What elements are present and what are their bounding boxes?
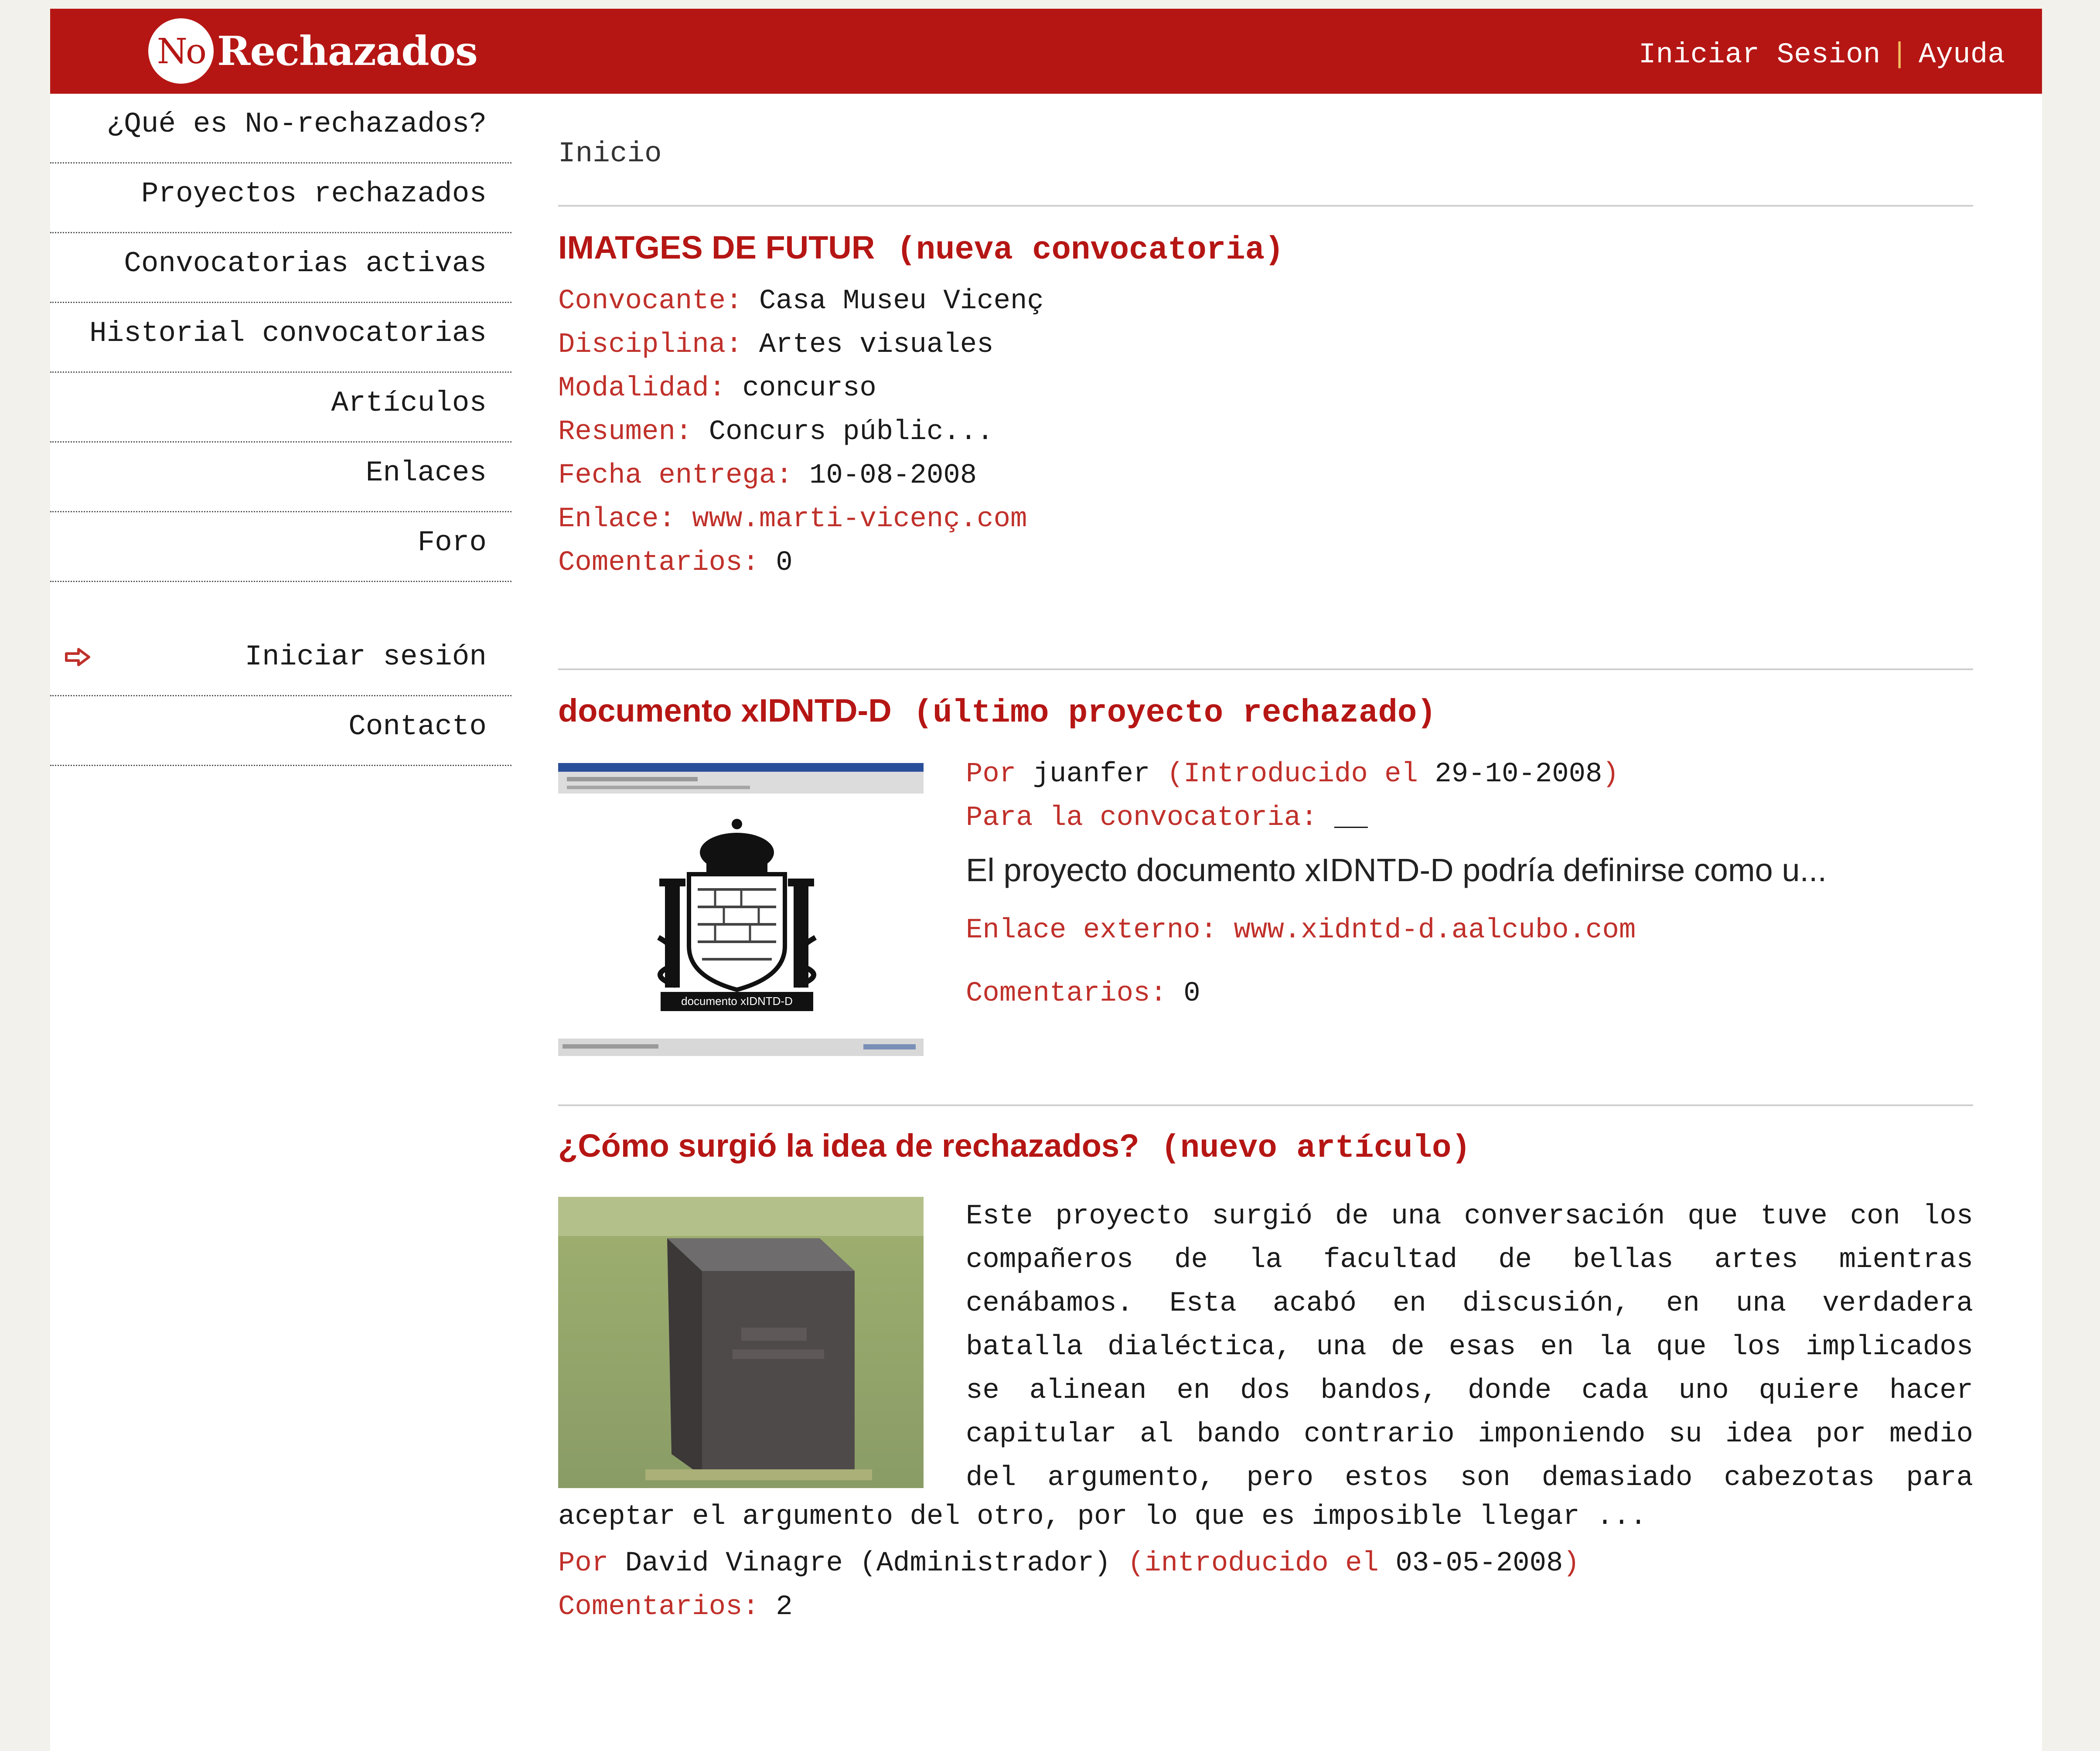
sidebar-item-articulos[interactable]: Artículos (50, 373, 511, 443)
article-line: cenábamos. Esta acabó en discusión, en u… (966, 1288, 1973, 1319)
sidebar-item-contacto[interactable]: Contacto (50, 696, 511, 766)
sidebar-item-label: Contacto (348, 710, 487, 743)
intro-label: (Introducido el (1166, 759, 1418, 790)
divider (558, 668, 1973, 670)
call-convocante: Convocante: Casa Museu Vicenç (558, 286, 1044, 317)
sidebar-item-proyectos-rechazados[interactable]: Proyectos rechazados (50, 164, 511, 233)
call-fecha: Fecha entrega: 10-08-2008 (558, 460, 977, 491)
field-label: Comentarios: (558, 547, 759, 579)
field-label: Para la convocatoria: (966, 802, 1318, 834)
arrow-right-icon (58, 627, 97, 688)
project-comentarios[interactable]: Comentarios: 0 (966, 978, 1200, 1009)
sidebar-item-label: ¿Qué es No-rechazados? (106, 108, 487, 140)
sidebar-item-convocatorias-activas[interactable]: Convocatorias activas (50, 233, 511, 303)
project-title[interactable]: documento xIDNTD-D (último proyecto recha… (558, 692, 1436, 732)
sidebar-item-label: Iniciar sesión (245, 640, 487, 673)
sidebar-item-historial[interactable]: Historial convocatorias (50, 303, 511, 373)
field-value: 2 (776, 1591, 793, 1623)
call-link[interactable]: www.marti-vicenç.com (692, 504, 1027, 535)
site-logo[interactable]: No Rechazados (148, 18, 478, 84)
article-byline: Por David Vinagre (Administrador) (intro… (558, 1548, 1580, 1579)
thumbnail-caption: documento xIDNTD-D (681, 995, 793, 1008)
login-link[interactable]: Iniciar Sesion (1639, 38, 1881, 71)
sidebar-item-label: Proyectos rechazados (141, 177, 487, 210)
logo-badge: No (148, 18, 214, 84)
sidebar-item-label: Convocatorias activas (124, 247, 487, 280)
article-line: batalla dialéctica, una de esas en la qu… (966, 1332, 1973, 1363)
field-label: Resumen: (558, 416, 692, 448)
divider (558, 1104, 1973, 1106)
call-title[interactable]: IMATGES DE FUTUR (nueva convocatoria) (558, 229, 1284, 269)
article-comentarios[interactable]: Comentarios: 2 (558, 1591, 793, 1623)
call-enlace: Enlace: www.marti-vicenç.com (558, 504, 1027, 535)
article-date: 03-05-2008 (1395, 1548, 1563, 1579)
project-thumbnail[interactable]: documento xIDNTD-D (558, 763, 924, 1056)
breadcrumb: Inicio (558, 137, 662, 170)
sidebar-item-label: Enlaces (365, 456, 487, 489)
field-value[interactable]: __ (1334, 802, 1368, 834)
field-value: concurso (742, 373, 876, 404)
field-label: Por (558, 1548, 609, 1579)
call-modalidad: Modalidad: concurso (558, 373, 876, 404)
sidebar-item-label: Historial convocatorias (89, 317, 487, 350)
sidebar-item-iniciar-sesion[interactable]: Iniciar sesión (50, 627, 511, 696)
logo-text: Rechazados (217, 27, 478, 75)
header-nav: Iniciar Sesion | Ayuda (1639, 38, 2005, 71)
article-tag: (nuevo artículo) (1161, 1130, 1471, 1167)
field-label: Enlace externo: (966, 915, 1217, 946)
article-line: se alinean en dos bandos, donde cada uno… (966, 1375, 1973, 1407)
project-author[interactable]: juanfer (1033, 759, 1150, 790)
project-title-text: documento xIDNTD-D (558, 692, 892, 729)
call-disciplina: Disciplina: Artes visuales (558, 329, 994, 361)
field-value: Artes visuales (759, 329, 994, 361)
field-label: Convocante: (558, 286, 743, 317)
divider (558, 205, 1973, 207)
article-line: Este proyecto surgió de una conversación… (966, 1201, 1973, 1232)
sidebar-item-enlaces[interactable]: Enlaces (50, 443, 511, 512)
call-resumen: Resumen: Concurs públic... (558, 416, 994, 448)
call-title-text: IMATGES DE FUTUR (558, 229, 875, 266)
page: No Rechazados Iniciar Sesion | Ayuda ¿Qu… (50, 9, 2042, 1751)
field-value: Concurs públic... (709, 416, 994, 448)
article-line: del argumento, pero estos son demasiado … (966, 1462, 1973, 1494)
field-value: Casa Museu Vicenç (759, 286, 1044, 317)
field-label: Enlace: (558, 504, 675, 535)
article-line: compañeros de la facultad de bellas arte… (966, 1244, 1973, 1276)
sidebar-item-label: Foro (417, 526, 487, 559)
call-tag: (nueva convocatoria) (897, 232, 1284, 269)
field-label: Modalidad: (558, 373, 726, 404)
project-tag: (último proyecto rechazado) (913, 695, 1436, 732)
field-label: Comentarios: (558, 1591, 759, 1623)
article-title-text: ¿Cómo surgió la idea de rechazados? (558, 1128, 1139, 1164)
project-byline: Por juanfer (Introducido el 29-10-2008) (966, 759, 1619, 790)
help-link[interactable]: Ayuda (1919, 38, 2005, 71)
field-label: Comentarios: (966, 978, 1167, 1009)
field-value: 0 (776, 547, 793, 579)
intro-close: ) (1602, 759, 1619, 790)
sidebar-item-que-es[interactable]: ¿Qué es No-rechazados? (50, 94, 511, 164)
article-line: aceptar el argumento del otro, por lo qu… (558, 1501, 1647, 1533)
field-value: 10-08-2008 (809, 460, 977, 491)
nav-separator: | (1891, 38, 1908, 71)
article-author[interactable]: David Vinagre (Administrador) (625, 1548, 1111, 1579)
project-convocatoria: Para la convocatoria: __ (966, 802, 1368, 834)
project-external-link: Enlace externo: www.xidntd-d.aalcubo.com (966, 915, 1636, 946)
external-link[interactable]: www.xidntd-d.aalcubo.com (1234, 915, 1636, 946)
field-value: 0 (1183, 978, 1200, 1009)
project-date: 29-10-2008 (1435, 759, 1602, 790)
call-comentarios[interactable]: Comentarios: 0 (558, 547, 793, 579)
intro-label: (introducido el (1127, 1548, 1379, 1579)
sidebar-item-foro[interactable]: Foro (50, 512, 511, 582)
article-line: capitular al bando contrario imponiendo … (966, 1419, 1973, 1450)
header-bar: No Rechazados Iniciar Sesion | Ayuda (50, 9, 2042, 94)
article-image[interactable] (558, 1197, 924, 1488)
sidebar-item-label: Artículos (331, 387, 487, 419)
article-title[interactable]: ¿Cómo surgió la idea de rechazados? (nuev… (558, 1127, 1471, 1167)
intro-close: ) (1563, 1548, 1580, 1579)
project-summary: El proyecto documento xIDNTD-D podría de… (966, 852, 1827, 888)
field-label: Por (966, 759, 1016, 790)
field-label: Disciplina: (558, 329, 743, 361)
field-label: Fecha entrega: (558, 460, 793, 491)
